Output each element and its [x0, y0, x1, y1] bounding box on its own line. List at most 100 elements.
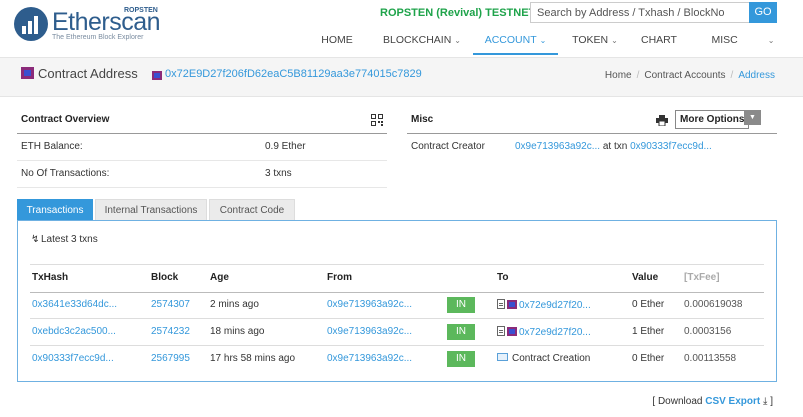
tx-count-value: 3 txns [265, 168, 292, 179]
nav-account-label: ACCOUNT [484, 34, 537, 46]
download-prefix: [ Download [652, 396, 703, 407]
tx-block-link[interactable]: 2574232 [151, 326, 190, 337]
nav-blockchain[interactable]: BLOCKCHAIN ⌄ [377, 27, 467, 55]
breadcrumb-contract-accounts[interactable]: Contract Accounts [644, 70, 725, 81]
tx-hash-link[interactable]: 0x90333f7ecc9d... [32, 353, 114, 364]
tx-to-link[interactable]: 0x72e9d27f20... [519, 327, 591, 338]
tx-direction-badge: IN [447, 297, 475, 313]
tab-transactions[interactable]: Transactions [17, 199, 93, 220]
col-to: To [497, 272, 509, 283]
nav-chart[interactable]: CHART [635, 27, 683, 55]
download-icon[interactable]: ⤓ [763, 396, 767, 407]
printer-icon[interactable] [656, 115, 668, 126]
creator-address-link[interactable]: 0x9e713963a92c... [515, 141, 600, 152]
contract-address[interactable]: 0x72E9D27f206fD62eaC5B81129aa3e774015c78… [165, 68, 422, 80]
csv-download: [ Download CSV Export ⤓ ] [652, 396, 773, 407]
search-go-button[interactable]: GO [749, 2, 777, 23]
misc-title: Misc [411, 114, 434, 125]
chevron-down-icon: ⌄ [767, 36, 775, 45]
to-identicon-icon [507, 327, 517, 336]
tx-hash-link[interactable]: 0x3641e33d64dc... [32, 299, 117, 310]
latest-txns-text: Latest 3 txns [41, 234, 98, 245]
network-label: ROPSTEN (Revival) TESTNET [380, 7, 536, 19]
contract-creator-row: Contract Creator 0x9e713963a92c... at tx… [407, 134, 777, 161]
download-suffix: ] [770, 396, 773, 407]
more-options-dropdown-icon[interactable]: ▼ [744, 110, 761, 125]
at-txn-label: at txn [602, 141, 628, 152]
contract-creation-icon [497, 353, 508, 361]
contract-identicon-icon [21, 67, 34, 79]
creator-txn-link[interactable]: 0x90333f7ecc9d... [630, 141, 712, 152]
row-divider [30, 318, 764, 319]
row-divider [30, 345, 764, 346]
contract-file-icon [497, 326, 505, 336]
tx-fee: 0.0003156 [684, 326, 732, 337]
overview-title: Contract Overview [21, 114, 110, 125]
nav-home[interactable]: HOME [305, 27, 369, 55]
contract-creator-label: Contract Creator [411, 141, 485, 152]
logo-mark-icon [14, 7, 48, 41]
tx-count-label: No Of Transactions: [21, 168, 110, 179]
address-identicon-icon [152, 71, 162, 80]
page-title: Contract Address [38, 66, 138, 81]
nav-token[interactable]: TOKEN ⌄ [565, 27, 625, 55]
tx-from-link[interactable]: 0x9e713963a92c... [327, 326, 412, 337]
more-options-button[interactable]: More Options [675, 110, 750, 129]
tx-block-link[interactable]: 2567995 [151, 353, 190, 364]
search-input[interactable] [530, 2, 750, 23]
tab-contract-code[interactable]: Contract Code [209, 199, 295, 220]
tx-to: Contract Creation [497, 353, 590, 364]
tx-count-row: No Of Transactions: 3 txns [17, 161, 387, 188]
col-txhash: TxHash [32, 272, 69, 283]
table-header-divider [30, 292, 764, 293]
site-header: Etherscan ROPSTEN The Ethereum Block Exp… [0, 0, 803, 56]
eth-balance-row: ETH Balance: 0.9 Ether [17, 134, 387, 161]
nav-account[interactable]: ACCOUNT ⌄ [473, 27, 558, 55]
chevron-down-icon: ⌄ [611, 36, 618, 45]
nav-blockchain-label: BLOCKCHAIN [383, 34, 452, 46]
to-identicon-icon [507, 300, 517, 309]
misc-header: Misc More Options ▼ [407, 107, 777, 134]
contract-creator-value: 0x9e713963a92c... at txn 0x90333f7ecc9d.… [515, 134, 712, 160]
csv-export-link[interactable]: CSV Export [705, 396, 760, 407]
breadcrumb-address: Address [738, 70, 775, 81]
table-top-divider [30, 264, 764, 265]
col-txfee[interactable]: [TxFee] [684, 272, 720, 283]
tx-value: 0 Ether [632, 299, 665, 310]
tx-to-text: Contract Creation [512, 353, 591, 364]
nav-misc[interactable]: MISC ⌄ [707, 27, 779, 55]
tx-direction-badge: IN [447, 324, 475, 340]
breadcrumb: Home / Contract Accounts / Address [604, 70, 775, 81]
tx-direction-badge: IN [447, 351, 475, 367]
eth-balance-label: ETH Balance: [21, 141, 83, 152]
sort-descending-icon: ↯ [31, 234, 40, 245]
qr-code-icon[interactable] [371, 114, 383, 126]
tx-to: 0x72e9d27f20... [497, 299, 591, 311]
tx-age: 2 mins ago [210, 299, 259, 310]
breadcrumb-home[interactable]: Home [605, 70, 632, 81]
etherscan-logo[interactable]: Etherscan ROPSTEN The Ethereum Block Exp… [14, 7, 164, 45]
latest-txns-label: ↯ Latest 3 txns [31, 234, 98, 245]
tx-value: 1 Ether [632, 326, 665, 337]
nav-chart-label: CHART [641, 34, 677, 46]
tx-age: 17 hrs 58 mins ago [210, 353, 296, 364]
tx-block-link[interactable]: 2574307 [151, 299, 190, 310]
tx-from-link[interactable]: 0x9e713963a92c... [327, 353, 412, 364]
tx-fee: 0.00113558 [684, 353, 737, 364]
tx-from-link[interactable]: 0x9e713963a92c... [327, 299, 412, 310]
nav-home-label: HOME [321, 34, 353, 46]
tx-to-link[interactable]: 0x72e9d27f20... [519, 300, 591, 311]
chevron-down-icon: ⌄ [539, 36, 547, 45]
logo-subtitle: The Ethereum Block Explorer [52, 34, 144, 41]
tab-internal-transactions[interactable]: Internal Transactions [95, 199, 207, 220]
col-from: From [327, 272, 352, 283]
tx-fee: 0.000619038 [684, 299, 743, 310]
tx-hash-link[interactable]: 0xebdc3c2ac500... [32, 326, 116, 337]
chevron-down-icon: ⌄ [454, 36, 461, 45]
page-title-bar: Contract Address 0x72E9D27f206fD62eaC5B8… [0, 57, 803, 97]
col-value: Value [632, 272, 659, 283]
contract-file-icon [497, 299, 505, 309]
tx-to: 0x72e9d27f20... [497, 326, 591, 338]
tx-value: 0 Ether [632, 353, 665, 364]
col-block: Block [151, 272, 179, 283]
